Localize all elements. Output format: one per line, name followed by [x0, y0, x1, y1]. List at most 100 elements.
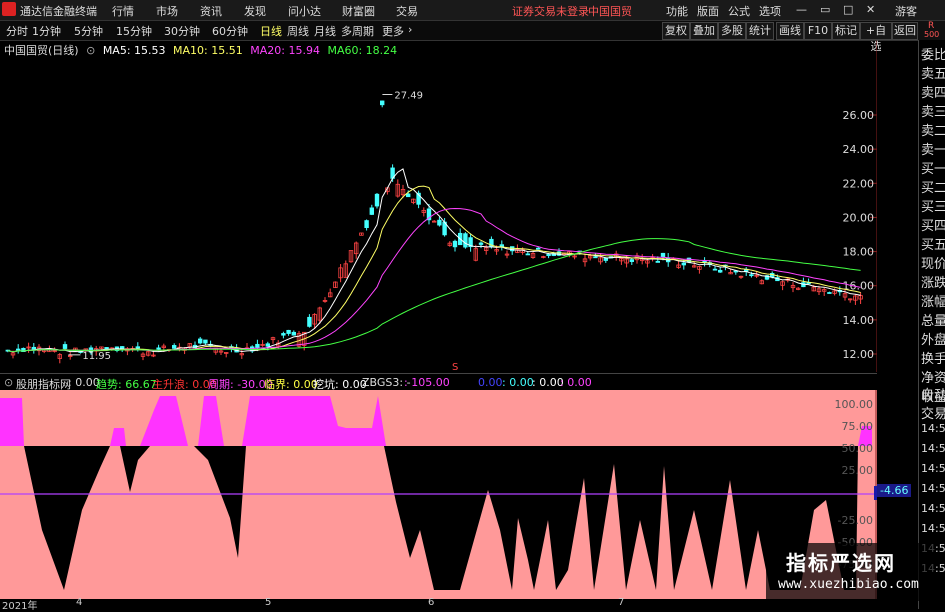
corner-n: 500: [924, 30, 940, 39]
candle-body: [364, 220, 369, 228]
btn-add-favorite[interactable]: +自选: [860, 22, 892, 53]
ind-item-magenta: : 0.00: [560, 376, 592, 389]
menu-item-gongneng[interactable]: 功能: [666, 3, 688, 19]
candle-body: [255, 343, 260, 348]
candle-body: [749, 274, 754, 277]
chart-header: 中国国贸(日线) ⊙ MA5: 15.53 MA10: 15.51 MA20: …: [4, 42, 397, 58]
menu-item-faxian[interactable]: 发现: [244, 3, 266, 19]
date-label: 4: [76, 597, 83, 608]
btn-f10[interactable]: F10: [804, 22, 832, 40]
chart-title: 中国国贸(日线): [4, 44, 79, 57]
btn-fuquan[interactable]: 复权: [662, 22, 690, 40]
period-weekly[interactable]: 周线: [287, 23, 309, 39]
quote-field-label: 现价: [921, 257, 945, 272]
auto-trade-label[interactable]: 交易: [921, 403, 945, 422]
ind-item-cyan: : 0.00: [502, 376, 534, 389]
menu-item-xuanxiang[interactable]: 选项: [759, 3, 781, 19]
quote-field-label: 卖一: [921, 143, 945, 158]
candle-body: [546, 253, 551, 257]
candle-body: [156, 347, 161, 350]
menu-item-caifuquan[interactable]: 财富圈: [342, 3, 375, 19]
quote-field-label: 买二: [921, 181, 945, 196]
btn-diejia[interactable]: 叠加: [690, 22, 718, 40]
btn-tongji[interactable]: 统计: [746, 22, 774, 40]
ind-y-tick-label: -25.00: [838, 514, 873, 527]
quote-field-label: 外盘: [921, 333, 945, 348]
ind-item-blue: 0.00: [478, 376, 503, 389]
menu-item-banmian[interactable]: 版面: [697, 3, 719, 19]
ma10-label: MA10: 15.51: [173, 44, 243, 57]
period-multi[interactable]: 多周期: [341, 23, 374, 39]
period-more[interactable]: 更多: [382, 23, 404, 39]
menu-item-jiaoyi[interactable]: 交易: [396, 3, 418, 19]
trade-time: 14:56: [921, 422, 945, 435]
trade-time: 14:56: [921, 462, 945, 475]
quote-field-label: 涨幅: [921, 295, 945, 310]
quote-field-label: 买四: [921, 219, 945, 234]
y-tick-label: 22.00: [843, 177, 875, 190]
candle-body: [478, 242, 484, 245]
period-5min[interactable]: 5分钟: [74, 23, 103, 39]
ma60-line: [7, 238, 861, 353]
candle-body: [291, 331, 296, 336]
trade-time: 14:56: [921, 442, 945, 455]
candle-body: [660, 252, 666, 258]
candle-body: [655, 260, 660, 263]
period-monthly[interactable]: 月线: [314, 23, 336, 39]
ind-y-tick-label: 100.00: [835, 398, 874, 411]
candle-body: [15, 348, 21, 351]
guest-label[interactable]: 游客: [895, 3, 917, 19]
candle-body: [681, 262, 686, 266]
ma20-line: [7, 207, 861, 353]
btn-biaoji[interactable]: 标记: [832, 22, 860, 40]
ma5-line: [7, 168, 861, 353]
close-icon[interactable]: ✕: [866, 3, 875, 16]
watermark: 指标严选网 www.xuezhibiao.com: [766, 543, 936, 601]
period-1min[interactable]: 1分钟: [32, 23, 61, 39]
quote-field-label: 委比: [921, 48, 945, 63]
menu-item-wenxiaoda[interactable]: 问小达: [288, 3, 321, 19]
trade-time: 14:56: [921, 502, 945, 515]
menu-item-shichang[interactable]: 市场: [156, 3, 178, 19]
quote-field-label: 卖五: [921, 67, 945, 82]
low-label: 11.95: [82, 351, 111, 362]
date-axis: 2021年 4 5 6 7: [0, 597, 877, 612]
period-fenshi[interactable]: 分时: [6, 23, 28, 39]
auto-trade-label[interactable]: 自动: [921, 384, 945, 403]
period-15min[interactable]: 15分钟: [116, 23, 152, 39]
menu-item-gongshi[interactable]: 公式: [728, 3, 750, 19]
collapse-icon[interactable]: ⊙: [4, 376, 13, 389]
chevron-right-icon[interactable]: ›: [408, 23, 412, 36]
maximize-icon[interactable]: □: [843, 3, 853, 16]
stock-name: 中国国贸: [588, 5, 632, 18]
settings-icon[interactable]: ⊙: [86, 44, 95, 57]
y-tick-label: 16.00: [843, 280, 875, 293]
period-daily[interactable]: 日线: [260, 23, 282, 39]
candle-body: [197, 338, 203, 344]
date-label: 7: [618, 597, 625, 608]
restore-icon[interactable]: ▭: [820, 3, 830, 16]
menu-item-hangqing[interactable]: 行情: [112, 3, 134, 19]
ma5-label: MA5: 15.53: [102, 44, 166, 57]
candle-body: [603, 257, 608, 261]
ind-item-white: : 0.00: [532, 376, 564, 389]
trade-time: 14:56: [921, 522, 945, 535]
date-label: 2021年: [2, 601, 38, 612]
btn-back[interactable]: 返回: [892, 22, 918, 40]
login-alert[interactable]: 证券交易未登录: [512, 3, 589, 19]
period-60min[interactable]: 60分钟: [212, 23, 248, 39]
kline-chart[interactable]: 26.00 24.00 22.00 20.00 18.00 16.00 14.00 12.00…: [0, 40, 877, 372]
btn-huaxian[interactable]: 画线: [776, 22, 804, 40]
candle-body: [452, 240, 458, 248]
period-30min[interactable]: 30分钟: [164, 23, 200, 39]
quote-side-panel: 委比 卖五 卖四 卖三 卖二 卖一 买一 买二 买三 买四 买五 现价 涨跌 涨幅 总量 外盘 换手 净资 收益 自动…: [918, 40, 945, 609]
candle-body: [374, 193, 380, 207]
quote-field-label: 换手: [921, 352, 945, 367]
btn-duogu[interactable]: 多股: [718, 22, 746, 40]
candle-body: [307, 316, 312, 327]
menu-item-zixun[interactable]: 资讯: [200, 3, 222, 19]
minimize-icon[interactable]: —: [796, 3, 807, 16]
candle-body: [499, 244, 504, 247]
quote-field-label: 卖二: [921, 124, 945, 139]
indicator-chart[interactable]: 100.0075.0050.0025.00-25.00-50.00-75.00: [0, 390, 877, 600]
